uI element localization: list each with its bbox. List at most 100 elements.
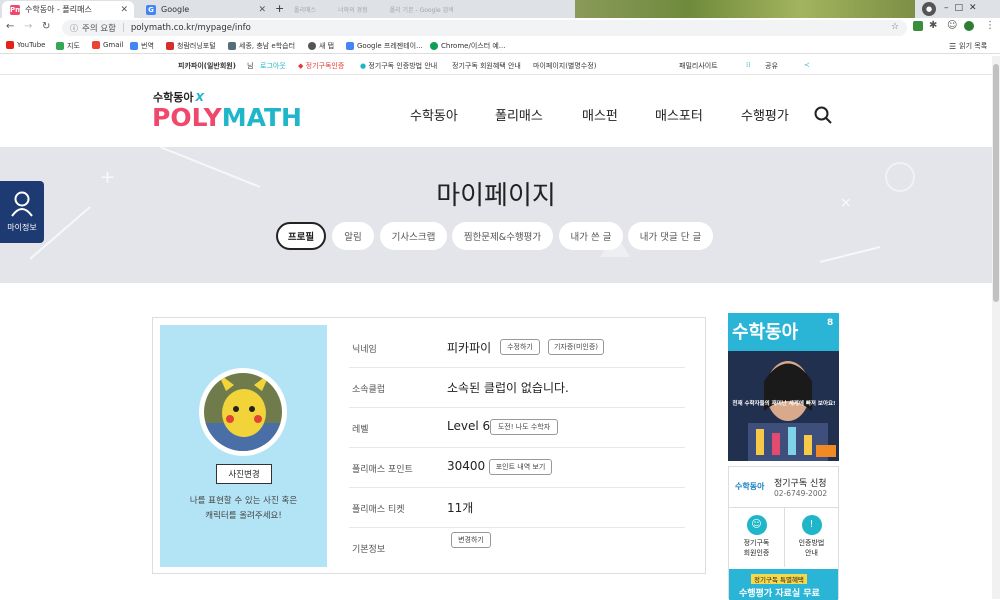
search-icon[interactable]: [814, 106, 832, 124]
avatar: [199, 368, 287, 456]
tab-alerts[interactable]: 알림: [332, 222, 374, 250]
profile-row-tickets: 폴리매스 티켓 11개: [349, 488, 685, 528]
nav-suhakdonga[interactable]: 수학동아: [410, 105, 458, 124]
tickets-value: 11개: [447, 501, 474, 515]
bookmark-label: Google 프레젠테이...: [357, 42, 423, 50]
forward-icon[interactable]: →: [24, 21, 32, 32]
magazine-cover-ad[interactable]: 수학동아 8 천재 수학자들의 재미난 세계에 빠져 보아요!: [728, 313, 839, 461]
share-icon[interactable]: ≺: [804, 61, 810, 69]
portal-icon: [166, 42, 174, 50]
bookmark-elearning[interactable]: 세종, 충남 e학습터: [228, 41, 295, 51]
subscribe-cert-link[interactable]: ◆ 정기구독인증: [298, 61, 344, 71]
gmail-icon: [92, 41, 100, 49]
profile-photo-panel: 사진변경 나를 표현할 수 있는 사진 혹은 캐릭터를 올려주세요!: [160, 325, 327, 567]
extension-icon[interactable]: [913, 21, 923, 31]
reload-icon[interactable]: ↻: [42, 21, 50, 32]
account-icon[interactable]: ☺: [947, 20, 957, 31]
photo-hint-line: 캐릭터를 올려주세요!: [205, 511, 282, 521]
tab-favorites[interactable]: 찜한문제&수행평가: [452, 222, 553, 250]
member-auth-button[interactable]: ☺ 정기구독 회원인증: [729, 509, 784, 567]
badge-icon: ◆: [298, 62, 304, 70]
site-header: 수학동아 X POLYMATH 수학동아 폴리매스 매스펀 매스포터 수행평가: [0, 75, 992, 147]
change-photo-button[interactable]: 사진변경: [216, 464, 272, 484]
subscription-title[interactable]: 정기구독 신청: [774, 476, 827, 489]
challenge-button[interactable]: 도전! 나도 수학자: [490, 419, 558, 435]
promo-banner[interactable]: 정기구독 특별혜택 수행평가 자료실 무료: [729, 569, 838, 600]
bookmark-portal[interactable]: 청람러닝포털: [166, 41, 216, 51]
bookmark-gmail[interactable]: Gmail: [92, 41, 123, 49]
chrome-icon: [430, 42, 438, 50]
google-favicon: G: [146, 4, 156, 15]
new-tab-icon[interactable]: +: [275, 2, 284, 15]
auth-guide-button[interactable]: ! 인증방법 안내: [784, 509, 839, 567]
cert-guide-link[interactable]: ● 정기구독 인증방법 안내: [360, 61, 437, 71]
profile-avatar-icon[interactable]: ●: [922, 2, 936, 16]
window-controls[interactable]: –□✕: [944, 3, 983, 13]
user-name: 피카파이(일반회원): [178, 62, 236, 70]
security-label: 주의 요함: [82, 24, 116, 34]
benefit-link[interactable]: 정기구독 회원혜택 안내: [452, 61, 521, 71]
tab-scrap[interactable]: 기사스크랩: [380, 222, 447, 250]
address-bar[interactable]: ⓘ 주의 요함 | polymath.co.kr/mypage/info ☆: [62, 20, 907, 36]
tab-profile[interactable]: 프로필: [276, 222, 326, 250]
mypage-hero: + × 마이페이지 프로필 알림 기사스크랩 찜한문제&수행평가 내가 쓴 글 …: [0, 147, 992, 283]
nav-mathporter[interactable]: 매스포터: [655, 105, 703, 124]
bookmark-label: Chrome/이스터 예...: [441, 42, 506, 50]
puzzle-icon[interactable]: ✱: [929, 20, 937, 31]
shield-icon[interactable]: [964, 21, 974, 31]
polymath-logo[interactable]: 수학동아 X POLYMATH: [152, 89, 302, 137]
bookmark-youtube[interactable]: YouTube: [6, 41, 45, 49]
bookmark-label: 지도: [67, 42, 80, 50]
edit-nickname-button[interactable]: 수정하기: [500, 339, 540, 355]
subscription-box: 수학동아 정기구독 신청 02-6749-2002 ☺ 정기구독 회원인증 ! …: [728, 466, 839, 600]
bookmark-maps[interactable]: 지도: [56, 41, 80, 51]
browser-tab-google[interactable]: G Google ✕: [138, 1, 272, 18]
bookmark-slides[interactable]: Google 프레젠테이...: [346, 41, 423, 51]
bookmark-star-icon[interactable]: ☆: [891, 22, 899, 32]
profile-row-nickname: 닉네임 피카파이 수정하기 기자증(미인증): [349, 328, 685, 368]
my-info-side-button[interactable]: 마이정보: [0, 181, 44, 243]
info-icon[interactable]: ⓘ: [70, 23, 78, 34]
reading-list[interactable]: ☰ 읽기 목록: [949, 41, 987, 51]
cover-issue: 8: [827, 318, 834, 328]
tab-my-comments[interactable]: 내가 댓글 단 글: [628, 222, 713, 250]
back-icon[interactable]: ←: [6, 21, 14, 32]
nav-assessment[interactable]: 수행평가: [741, 105, 789, 124]
page-scrollbar[interactable]: [992, 56, 1000, 599]
point-history-button[interactable]: 포인트 내역 보기: [489, 459, 552, 475]
scrollbar-thumb[interactable]: [993, 64, 999, 302]
family-site-select[interactable]: 패밀리사이트: [679, 61, 718, 71]
auth-guide-label: 안내: [805, 549, 818, 557]
bookmark-newtab[interactable]: 새 탭: [308, 41, 334, 51]
subscription-logo: 수학동아: [735, 482, 765, 491]
maps-icon: [56, 42, 64, 50]
close-tab-icon[interactable]: ✕: [258, 5, 266, 15]
bookmark-label: 번역: [141, 42, 154, 50]
profile-row-points: 폴리매스 포인트 30400 포인트 내역 보기: [349, 448, 685, 488]
browser-tab-polymath[interactable]: Pm 수학동아 - 폴리매스 ✕: [2, 1, 134, 18]
bookmark-translate[interactable]: 번역: [130, 41, 154, 51]
share-link[interactable]: 공유: [765, 61, 778, 71]
tab-my-posts[interactable]: 내가 쓴 글: [559, 222, 623, 250]
row-label: 닉네임: [352, 345, 377, 355]
promo-badge: 정기구독 특별혜택: [751, 574, 807, 584]
profile-row-club: 소속클럽 소속된 클럽이 없습니다.: [349, 368, 685, 408]
nav-mathfun[interactable]: 매스펀: [582, 105, 618, 124]
profile-row-basic-info: 기본정보 변경하기: [349, 528, 685, 568]
press-card-button[interactable]: 기자증(미인증): [548, 339, 604, 355]
bookmark-label: 새 탭: [319, 42, 335, 50]
bookmark-chrome[interactable]: Chrome/이스터 예...: [430, 41, 505, 51]
grid-icon[interactable]: ⁞⁞: [746, 61, 750, 69]
avatar-image: [204, 373, 282, 451]
faded-tab-title: 너와의 경험: [338, 7, 368, 14]
translate-icon: [130, 42, 138, 50]
close-tab-icon[interactable]: ✕: [120, 5, 128, 15]
reading-list-icon: ☰: [949, 41, 957, 51]
site-top-strip: 피카파이(일반회원) 님 로그아웃 ◆ 정기구독인증 ● 정기구독 인증방법 안…: [0, 56, 1000, 75]
change-info-button[interactable]: 변경하기: [451, 532, 491, 548]
nav-polymath[interactable]: 폴리매스: [495, 105, 543, 124]
bookmark-label: 세종, 충남 e학습터: [239, 42, 296, 50]
mypage-link[interactable]: 마이페이지(별명수정): [533, 61, 596, 71]
menu-icon[interactable]: ⋮: [985, 20, 995, 31]
logout-link[interactable]: 로그아웃: [260, 61, 286, 71]
